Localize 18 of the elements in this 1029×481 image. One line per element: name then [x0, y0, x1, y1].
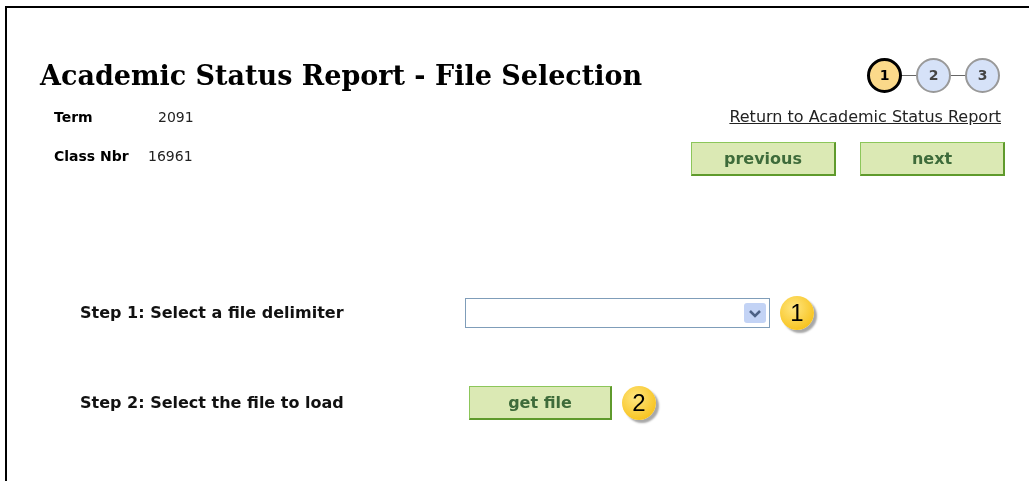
callout-badge: 1 [780, 296, 814, 330]
nav-button[interactable]: previous [691, 142, 836, 176]
delimiter-dropdown[interactable] [465, 298, 770, 328]
callout-badge: 2 [622, 386, 656, 420]
step-label: Step 2: Select the file to load [80, 392, 345, 414]
step-indicator: 1 [867, 58, 902, 93]
field-value: 16961 [148, 147, 193, 166]
step-indicator: 3 [965, 58, 1000, 93]
field-label: Term [54, 108, 94, 127]
step-indicator: 2 [916, 58, 951, 93]
nav-button[interactable]: get file [469, 386, 612, 420]
field-value: 2091 [158, 108, 194, 127]
nav-button[interactable]: next [860, 142, 1005, 176]
return-link[interactable]: Return to Academic Status Report [729, 105, 1001, 129]
field-label: Class Nbr [54, 147, 130, 166]
step-label: Step 1: Select a file delimiter [80, 302, 345, 324]
page-title: Academic Status Report - File Selection [40, 62, 643, 89]
chevron-down-icon [744, 303, 766, 323]
